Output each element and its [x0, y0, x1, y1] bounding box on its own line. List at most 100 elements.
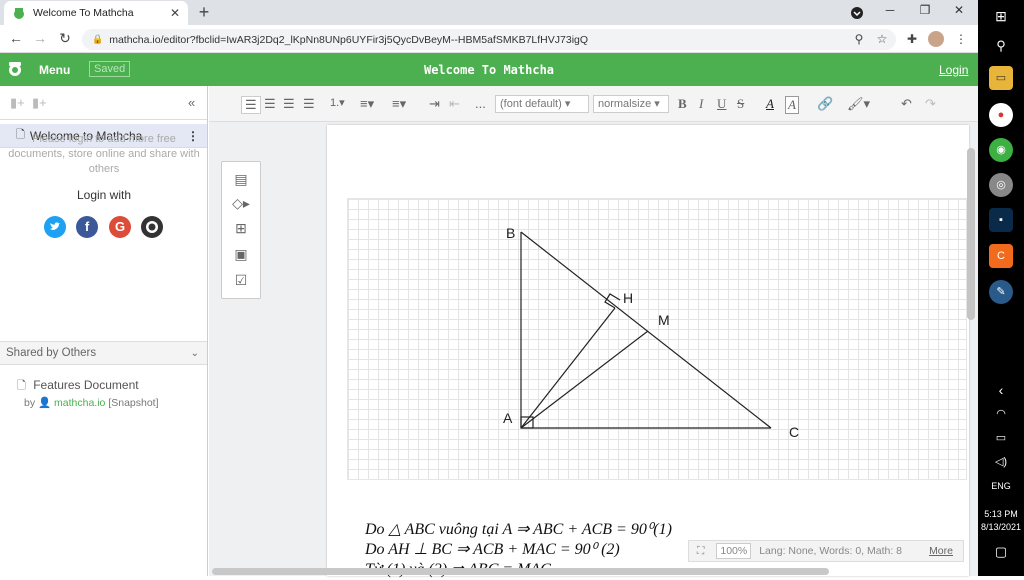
- login-message: Please login to add more free documents,…: [8, 133, 200, 175]
- label-h: H: [623, 290, 633, 306]
- back-icon[interactable]: ←: [6, 30, 26, 46]
- fullscreen-icon[interactable]: ⛶: [697, 545, 704, 558]
- app-orange-icon[interactable]: C: [989, 244, 1013, 268]
- language-indicator[interactable]: ENG: [989, 474, 1013, 498]
- reload-icon[interactable]: ↻: [55, 30, 75, 47]
- file-explorer-icon[interactable]: ▭: [989, 66, 1013, 90]
- heading-number-icon[interactable]: 1.▾: [330, 96, 345, 109]
- bullet-list-icon[interactable]: ≡▾: [392, 96, 406, 112]
- extensions-icon[interactable]: ✚: [903, 32, 921, 46]
- zoom-icon[interactable]: ⚲: [850, 32, 868, 46]
- app-green-icon[interactable]: ◉: [989, 138, 1013, 162]
- label-m: M: [658, 312, 670, 328]
- volume-icon[interactable]: ◁): [989, 450, 1013, 474]
- app-dark-icon[interactable]: ▪: [989, 208, 1013, 232]
- chrome-icon[interactable]: ◎: [989, 173, 1013, 197]
- paint-icon[interactable]: ✎: [989, 280, 1013, 304]
- underline-button[interactable]: U: [717, 96, 726, 112]
- italic-button[interactable]: I: [699, 96, 703, 112]
- side-bc[interactable]: [520, 231, 772, 429]
- more-ellipsis[interactable]: ...: [475, 96, 486, 111]
- format-painter-icon[interactable]: 🖌▾: [847, 96, 870, 112]
- battery-icon[interactable]: ▭: [989, 426, 1013, 450]
- font-size-select[interactable]: normalsize ▾: [593, 95, 669, 113]
- checkbox-icon[interactable]: ☑: [232, 272, 250, 288]
- status-bar: ⛶ 100% Lang: None, Words: 0, Math: 8 Mor…: [688, 540, 964, 562]
- redo-icon[interactable]: ↷: [925, 96, 936, 112]
- triangle-diagram[interactable]: B H M A C: [347, 198, 967, 480]
- label-c: C: [789, 424, 799, 440]
- link-icon[interactable]: 🔗: [817, 96, 833, 112]
- align-right-icon[interactable]: ☰: [283, 96, 295, 112]
- shared-header-label: Shared by Others: [6, 347, 97, 359]
- close-window-icon[interactable]: ✕: [944, 3, 974, 17]
- taskbar-clock[interactable]: 5:13 PM 8/13/2021: [978, 508, 1024, 534]
- shared-doc-item[interactable]: 🗋 Features Document: [17, 377, 139, 396]
- chevron-left-icon[interactable]: ‹: [989, 378, 1013, 402]
- bookmark-star-icon[interactable]: ☆: [873, 32, 891, 46]
- profile-dropdown-icon[interactable]: [842, 3, 872, 23]
- math-line-2[interactable]: Do AH ⊥ BC ⇒ ACB + MAC = 90⁰ (2): [365, 540, 672, 560]
- font-family-select[interactable]: (font default) ▾: [495, 95, 589, 113]
- login-with-label: Login with: [76, 188, 132, 202]
- wifi-icon[interactable]: ◠: [989, 402, 1013, 426]
- restore-icon[interactable]: ❐: [910, 3, 940, 17]
- start-icon[interactable]: ⊞: [989, 4, 1013, 28]
- shapes-icon[interactable]: ◇▸: [232, 195, 250, 211]
- image-icon[interactable]: ▣: [232, 246, 250, 262]
- chevron-down-icon[interactable]: ⌄: [191, 348, 199, 359]
- strikethrough-button[interactable]: S: [737, 96, 744, 112]
- label-b: B: [506, 225, 515, 241]
- url-input[interactable]: 🔒 mathcha.io/editor?fbclid=IwAR3j2Dq2_lK…: [82, 29, 896, 50]
- google-icon[interactable]: G: [109, 216, 131, 238]
- author-link[interactable]: mathcha.io: [54, 397, 105, 409]
- outdent-icon[interactable]: ⇤: [449, 96, 460, 112]
- more-link[interactable]: More: [929, 545, 953, 557]
- vertical-scrollbar[interactable]: [967, 148, 975, 320]
- url-text: mathcha.io/editor?fbclid=IwAR3j2Dq2_lKpN…: [109, 33, 589, 46]
- collapse-sidebar-icon[interactable]: «: [188, 95, 195, 110]
- table-icon[interactable]: ⊞: [232, 220, 250, 236]
- new-tab-icon[interactable]: +: [194, 2, 214, 23]
- zoom-select[interactable]: 100%: [716, 543, 752, 559]
- facebook-icon[interactable]: f: [76, 216, 98, 238]
- new-folder-icon[interactable]: ▮+: [32, 95, 47, 111]
- chrome-notif-icon[interactable]: ●: [989, 103, 1013, 127]
- mathcha-favicon-icon: [12, 6, 26, 20]
- ordered-list-icon[interactable]: ≡▾: [360, 96, 374, 112]
- forward-icon[interactable]: →: [30, 30, 50, 46]
- horizontal-scrollbar[interactable]: [212, 568, 829, 575]
- indent-icon[interactable]: ⇥: [429, 96, 440, 112]
- segment-ah[interactable]: [520, 307, 616, 429]
- github-icon[interactable]: [141, 216, 163, 238]
- segment-am[interactable]: [520, 330, 649, 429]
- profile-avatar[interactable]: [928, 31, 944, 47]
- browser-menu-icon[interactable]: ⋮: [952, 32, 970, 46]
- notifications-icon[interactable]: ▢: [989, 540, 1013, 564]
- shared-doc-title: Features Document: [33, 378, 139, 392]
- math-line-1[interactable]: Do △ ABC vuông tại A ⇒ ABC + ACB = 90⁰(1…: [365, 520, 672, 540]
- shared-by-others-header[interactable]: Shared by Others ⌄: [0, 341, 207, 365]
- app-title: Welcome To Mathcha: [423, 63, 555, 77]
- font-color-button[interactable]: A: [766, 96, 774, 112]
- undo-icon[interactable]: ↶: [901, 96, 912, 112]
- twitter-icon[interactable]: [44, 216, 66, 238]
- login-link[interactable]: Login: [939, 63, 968, 77]
- search-icon[interactable]: ⚲: [989, 34, 1013, 58]
- highlight-button[interactable]: A: [785, 96, 799, 114]
- doc-stats: Lang: None, Words: 0, Math: 8: [759, 545, 903, 557]
- snapshot-tag: [Snapshot]: [108, 397, 159, 409]
- minimize-icon[interactable]: ─: [875, 3, 905, 17]
- bold-button[interactable]: B: [678, 96, 687, 112]
- new-document-icon[interactable]: ▮+: [10, 95, 25, 111]
- align-center-icon[interactable]: ☰: [264, 96, 276, 112]
- align-left-icon[interactable]: ☰: [241, 96, 261, 114]
- browser-tab[interactable]: Welcome To Mathcha ✕: [4, 1, 188, 25]
- justify-icon[interactable]: ☰: [303, 96, 315, 112]
- insert-palette: ▤ ◇▸ ⊞ ▣ ☑: [221, 161, 261, 299]
- format-toolbar: ☰ ☰ ☰ ☰ 1.▾ ≡▾ ≡▾ ⇥ ⇤ ... (font default)…: [209, 86, 978, 122]
- label-a: A: [503, 410, 513, 426]
- text-block-icon[interactable]: ▤: [232, 171, 250, 187]
- user-icon: 👤: [38, 397, 52, 409]
- close-tab-icon[interactable]: ✕: [170, 6, 180, 20]
